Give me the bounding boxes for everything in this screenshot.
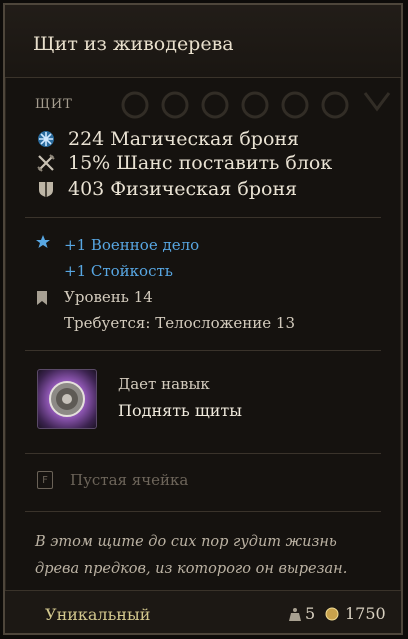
stat-physical-armor: 403 Физическая броня <box>35 178 303 200</box>
bonus-star-icon <box>35 234 51 254</box>
rune-slot-icon: F <box>37 471 53 489</box>
divider <box>25 511 381 512</box>
divider <box>25 453 381 454</box>
stat-label: Физическая броня <box>110 178 298 200</box>
ornament-decoration <box>121 91 391 119</box>
stat-label: Магическая броня <box>110 128 300 150</box>
gold-coin-icon <box>325 607 339 620</box>
stat-value: 15% <box>68 152 111 174</box>
skill-caption: Дает навык <box>118 375 210 393</box>
stat-magic-armor: 224 Магическая броня <box>35 128 305 150</box>
item-title: Щит из живодерева <box>33 33 234 55</box>
empty-rune-slot[interactable]: F Пустая ячейка <box>37 471 188 489</box>
item-slot-type: ЩИТ <box>35 97 73 112</box>
rarity-label: Уникальный <box>45 605 151 624</box>
stat-value: 224 <box>68 128 105 150</box>
tooltip-header: Щит из живодерева <box>5 5 401 78</box>
tooltip-footer: Уникальный 5 1750 <box>5 590 401 633</box>
empty-slot-label: Пустая ячейка <box>70 471 189 489</box>
stat-value: 403 <box>68 178 105 200</box>
stat-label: Шанс поставить блок <box>116 152 333 174</box>
item-tooltip: Щит из живодерева ЩИТ 224 Магическая брон… <box>3 3 403 635</box>
divider <box>25 350 381 351</box>
stat-block-chance: 15% Шанс поставить блок <box>35 152 338 174</box>
flavor-text: В этом щите до сих пор гудит жизнь древа… <box>35 534 348 577</box>
weight-value: 5 <box>305 604 316 623</box>
physical-armor-icon <box>35 178 57 200</box>
weight-icon <box>289 607 301 621</box>
skill-name[interactable]: Поднять щиты <box>118 401 242 420</box>
item-requirement: Требуется: Телосложение 13 <box>64 314 296 332</box>
item-level: Уровень 14 <box>64 288 153 306</box>
level-flag-icon <box>35 290 49 310</box>
gold-amount: 1750 <box>345 604 386 623</box>
bonus-military: +1 Военное дело <box>64 236 200 254</box>
bonus-persistence: +1 Стойкость <box>64 262 173 280</box>
divider <box>25 217 381 218</box>
block-icon <box>35 152 57 174</box>
weight: 5 <box>289 604 315 623</box>
magic-armor-icon <box>35 128 57 150</box>
gold-value: 1750 <box>325 604 386 623</box>
raise-shields-skill-icon[interactable] <box>37 369 97 429</box>
